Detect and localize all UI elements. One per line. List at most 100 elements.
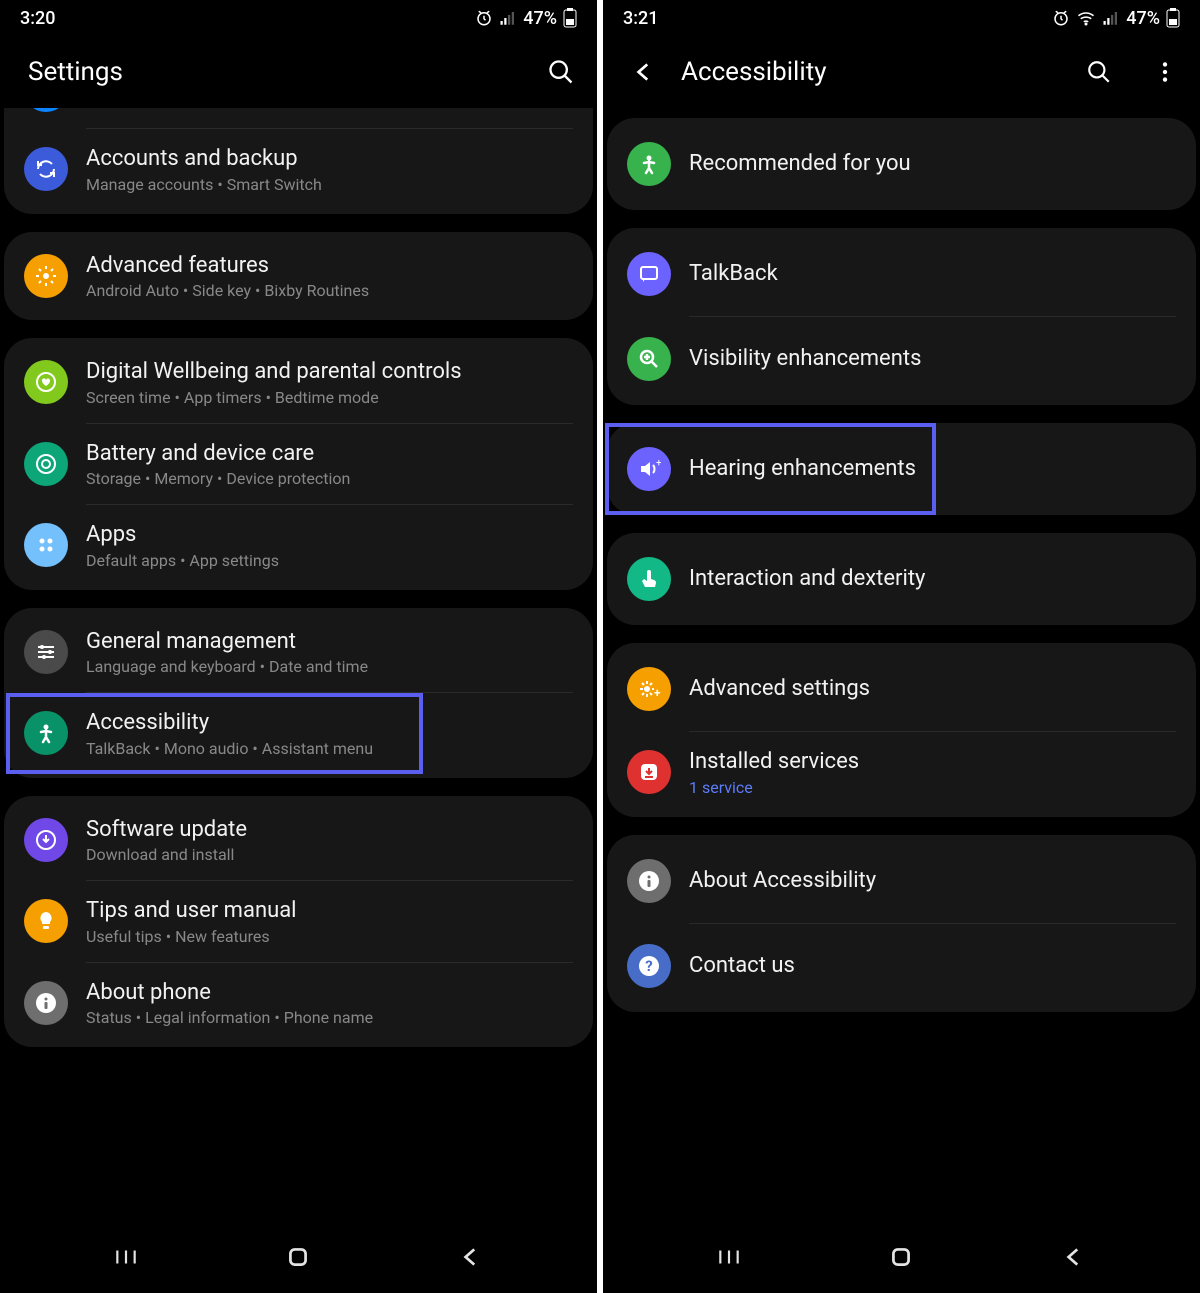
row-hearing-enhancements[interactable]: + Hearing enhancements — [607, 427, 1196, 511]
row-title: Advanced features — [86, 252, 573, 280]
row-text: Recommended for you — [689, 150, 1176, 178]
header: Settings — [0, 36, 597, 108]
row-subtitle: Screen time • App timers • Bedtime mode — [86, 388, 573, 407]
speaker-icon: + — [627, 447, 671, 491]
row-title: Hearing enhancements — [689, 455, 1176, 483]
apps-icon — [24, 523, 68, 567]
row-google-services[interactable]: Google services — [4, 108, 593, 128]
row-subtitle: Download and install — [86, 845, 573, 864]
row-title: General management — [86, 628, 573, 656]
battery-icon — [1166, 8, 1180, 28]
phone-settings: 3:20 47% Settings Google servicesAccount… — [0, 0, 597, 1293]
row-text: Contact us — [689, 952, 1176, 980]
nav-bar — [0, 1221, 597, 1293]
row-digital-wellbeing-and-parental-controls[interactable]: Digital Wellbeing and parental controls S… — [4, 342, 593, 423]
more-icon[interactable] — [1152, 59, 1178, 85]
row-battery-and-device-care[interactable]: Battery and device careStorage • Memory … — [4, 424, 593, 505]
nav-back[interactable] — [1061, 1244, 1087, 1270]
row-contact-us[interactable]: ? Contact us — [607, 924, 1196, 1008]
svg-text:+: + — [656, 458, 661, 469]
row-about-phone[interactable]: About phoneStatus • Legal information • … — [4, 963, 593, 1044]
row-advanced-settings[interactable]: + Advanced settings — [607, 647, 1196, 731]
row-accounts-and-backup[interactable]: Accounts and backup Manage accounts • Sma… — [4, 129, 593, 210]
battery-percent: 47% — [523, 8, 557, 29]
gear-plus-icon: + — [627, 667, 671, 711]
nav-home[interactable] — [888, 1244, 914, 1270]
info-icon — [24, 981, 68, 1025]
download-icon — [24, 818, 68, 862]
row-title: Tips and user manual — [86, 897, 573, 925]
settings-card: + Advanced settings Installed services1 se… — [607, 643, 1196, 817]
settings-list[interactable]: Google services Accounts and backup Manage… — [0, 108, 597, 1221]
row-subtitle: TalkBack • Mono audio • Assistant menu — [86, 739, 573, 758]
nav-recents[interactable] — [113, 1244, 139, 1270]
row-title: TalkBack — [689, 260, 1176, 288]
page-title: Settings — [28, 57, 523, 87]
row-advanced-features[interactable]: Advanced featuresAndroid Auto • Side key… — [4, 236, 593, 317]
row-title: Visibility enhancements — [689, 345, 1176, 373]
row-title: Apps — [86, 521, 573, 549]
row-title: Recommended for you — [689, 150, 1176, 178]
row-text: TalkBack — [689, 260, 1176, 288]
alarm-icon — [475, 9, 493, 27]
nav-back[interactable] — [458, 1244, 484, 1270]
row-talkback[interactable]: TalkBack — [607, 232, 1196, 316]
battery-icon — [24, 442, 68, 486]
row-accessibility[interactable]: AccessibilityTalkBack • Mono audio • Ass… — [4, 693, 593, 774]
row-general-management[interactable]: General managementLanguage and keyboard … — [4, 612, 593, 693]
settings-card: Software updateDownload and install Tips … — [4, 796, 593, 1048]
search-icon[interactable] — [1086, 59, 1112, 85]
row-title: Accounts and backup — [86, 145, 573, 173]
row-installed-services[interactable]: Installed services1 service — [607, 732, 1196, 813]
row-text: Tips and user manualUseful tips • New fe… — [86, 897, 573, 946]
row-apps[interactable]: Apps Default apps • App settings — [4, 505, 593, 586]
accessibility-list[interactable]: Recommended for you TalkBack Visibility en… — [603, 108, 1200, 1221]
row-subtitle: Manage accounts • Smart Switch — [86, 175, 573, 194]
row-title: Installed services — [689, 748, 1176, 776]
status-bar: 3:21 47% — [603, 0, 1200, 36]
settings-card: Interaction and dexterity — [607, 533, 1196, 625]
row-title: Software update — [86, 816, 573, 844]
row-visibility-enhancements[interactable]: Visibility enhancements — [607, 317, 1196, 401]
battery-icon — [563, 8, 577, 28]
person-icon — [627, 142, 671, 186]
signal-icon — [1102, 9, 1120, 27]
row-subtitle: Default apps • App settings — [86, 551, 573, 570]
person-icon — [24, 711, 68, 755]
settings-card: + Hearing enhancements — [607, 423, 1196, 515]
status-icons: 47% — [1052, 8, 1180, 29]
row-about-accessibility[interactable]: About Accessibility — [607, 839, 1196, 923]
row-text: AccessibilityTalkBack • Mono audio • Ass… — [86, 709, 573, 758]
touch-icon — [627, 557, 671, 601]
heart-icon — [24, 360, 68, 404]
status-icons: 47% — [475, 8, 577, 29]
row-subtitle: Storage • Memory • Device protection — [86, 469, 573, 488]
row-interaction-and-dexterity[interactable]: Interaction and dexterity — [607, 537, 1196, 621]
search-icon[interactable] — [547, 58, 575, 86]
svg-text:?: ? — [645, 957, 652, 975]
row-text: Visibility enhancements — [689, 345, 1176, 373]
row-software-update[interactable]: Software updateDownload and install — [4, 800, 593, 881]
row-title: About phone — [86, 979, 573, 1007]
row-tips-and-user-manual[interactable]: Tips and user manualUseful tips • New fe… — [4, 881, 593, 962]
settings-card: Digital Wellbeing and parental controls S… — [4, 338, 593, 590]
bulb-icon — [24, 899, 68, 943]
row-title: Contact us — [689, 952, 1176, 980]
back-icon[interactable] — [631, 59, 657, 85]
nav-home[interactable] — [285, 1244, 311, 1270]
nav-recents[interactable] — [716, 1244, 742, 1270]
row-text: About Accessibility — [689, 867, 1176, 895]
sync-icon — [24, 147, 68, 191]
status-time: 3:20 — [20, 8, 55, 29]
row-text: Apps Default apps • App settings — [86, 521, 573, 570]
info-icon — [627, 859, 671, 903]
google-icon — [24, 108, 68, 112]
row-title: Digital Wellbeing and parental controls — [86, 358, 573, 386]
alarm-icon — [1052, 9, 1070, 27]
settings-card: Advanced featuresAndroid Auto • Side key… — [4, 232, 593, 321]
row-text: Advanced featuresAndroid Auto • Side key… — [86, 252, 573, 301]
settings-card: Recommended for you — [607, 118, 1196, 210]
row-text: About phoneStatus • Legal information • … — [86, 979, 573, 1028]
row-title: Advanced settings — [689, 675, 1176, 703]
row-recommended-for-you[interactable]: Recommended for you — [607, 122, 1196, 206]
